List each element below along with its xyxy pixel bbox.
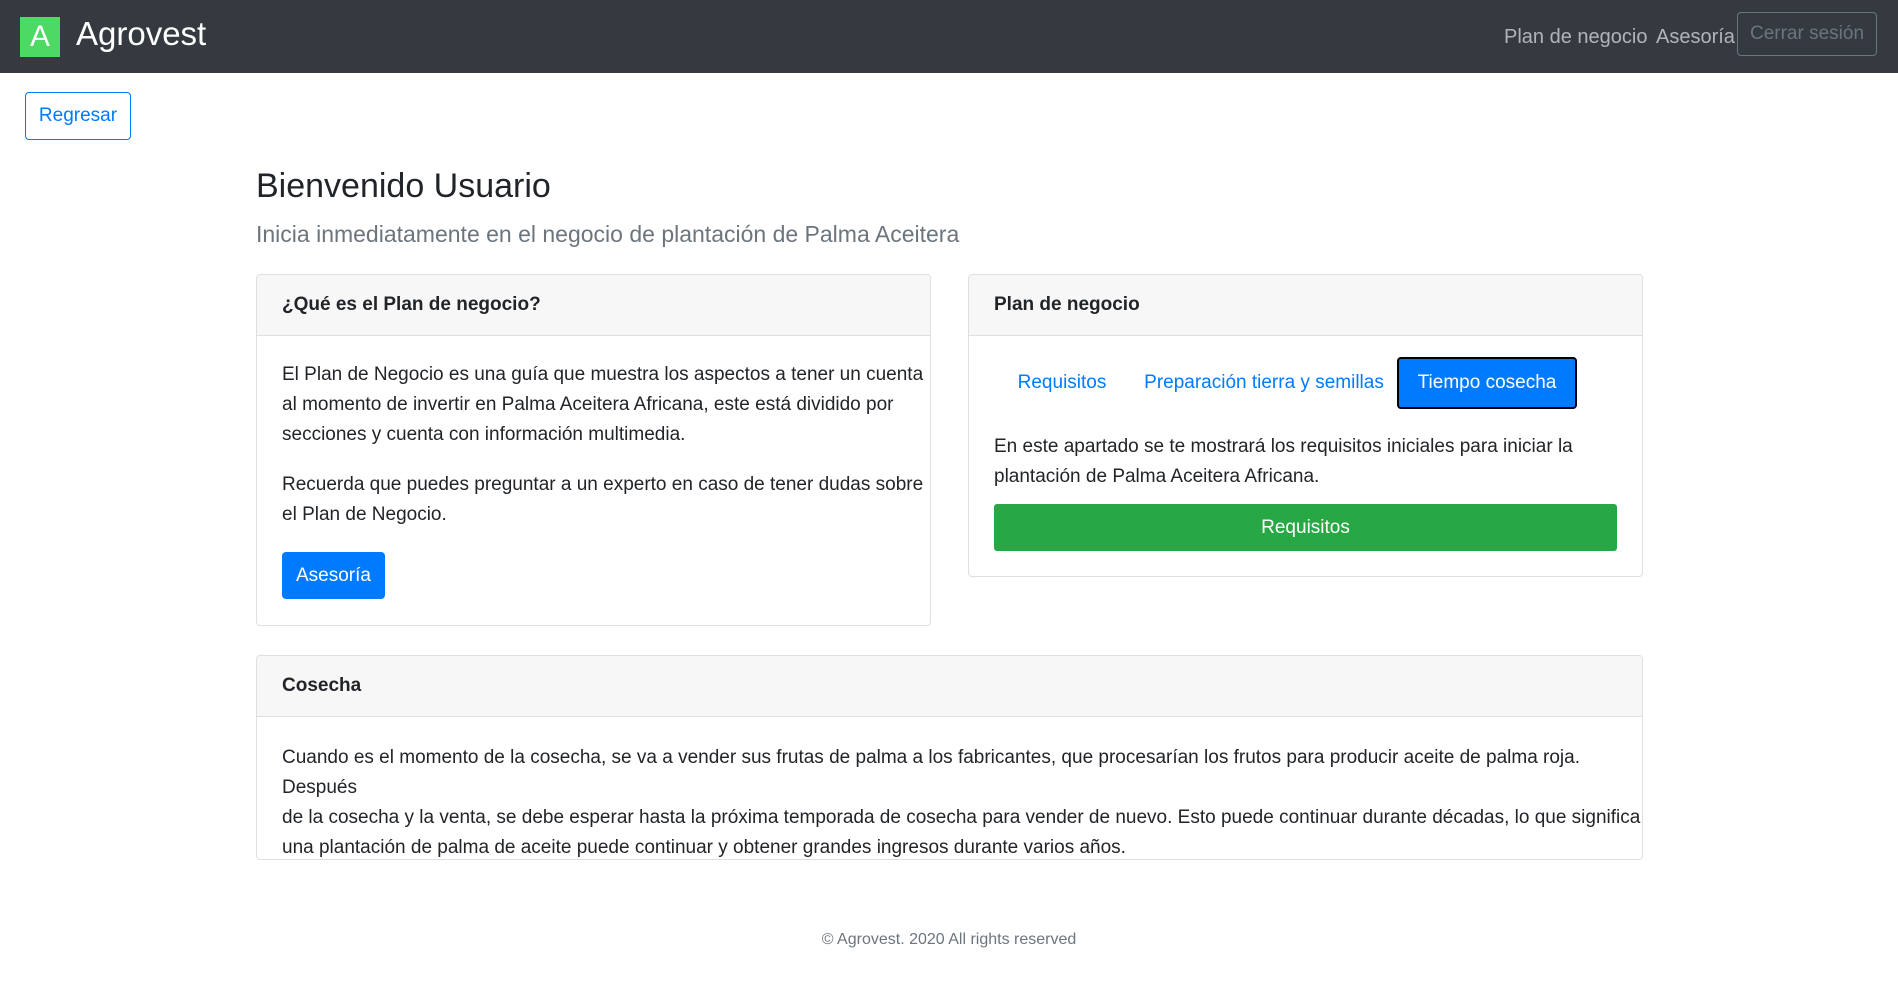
- back-button[interactable]: Regresar: [25, 92, 131, 140]
- page-subtitle: Inicia inmediatamente en el negocio de p…: [256, 221, 960, 247]
- text-line: El Plan de Negocio es una guía que muest…: [282, 364, 924, 385]
- page-title: Bienvenido Usuario: [256, 167, 551, 205]
- nav-link-asesoria[interactable]: Asesoría: [1656, 24, 1735, 50]
- tab-requisitos[interactable]: Requisitos: [999, 357, 1125, 409]
- text-line: Cuando es el momento de la cosecha, se v…: [282, 747, 1581, 798]
- requisitos-button[interactable]: Requisitos: [994, 504, 1617, 551]
- text-line: Recuerda que puedes preguntar a un exper…: [282, 474, 924, 495]
- logout-button[interactable]: Cerrar sesión: [1737, 12, 1877, 56]
- brand-name[interactable]: Agrovest: [76, 14, 206, 54]
- navbar: A Agrovest Plan de negocio Asesoría Cerr…: [0, 0, 1898, 73]
- card-paragraph-reminder: Recuerda que puedes preguntar a un exper…: [282, 470, 923, 530]
- asesoria-button[interactable]: Asesoría: [282, 552, 385, 599]
- card-business-plan: Plan de negocio Requisitos Preparación t…: [968, 274, 1643, 577]
- text-line: una plantación de palma de aceite puede …: [282, 837, 1126, 858]
- text-line: al momento de invertir en Palma Aceitera…: [282, 394, 894, 415]
- card-header: Plan de negocio: [969, 275, 1642, 336]
- card-harvest-text: Cuando es el momento de la cosecha, se v…: [282, 743, 1642, 859]
- footer-copyright: © Agrovest. 2020 All rights reserved: [821, 931, 1077, 948]
- card-harvest: Cosecha Cuando es el momento de la cosec…: [256, 655, 1643, 860]
- tab-tiempo-cosecha[interactable]: Tiempo cosecha: [1397, 357, 1577, 409]
- card-header: Cosecha: [257, 656, 1642, 717]
- text-line: de la cosecha y la venta, se debe espera…: [282, 807, 1641, 828]
- tab-preparacion[interactable]: Preparación tierra y semillas: [1139, 357, 1389, 409]
- card-what-is-plan: ¿Qué es el Plan de negocio? El Plan de N…: [256, 274, 931, 626]
- card-description: En este apartado se te mostrará los requ…: [994, 432, 1573, 492]
- text-line: plantación de Palma Aceitera Africana.: [994, 466, 1320, 487]
- card-header: ¿Qué es el Plan de negocio?: [257, 275, 930, 336]
- nav-link-plan-de-negocio[interactable]: Plan de negocio: [1504, 24, 1647, 50]
- brand-logo[interactable]: A: [20, 17, 60, 57]
- text-line: el Plan de Negocio.: [282, 504, 447, 525]
- text-line: secciones y cuenta con información multi…: [282, 424, 686, 445]
- text-line: En este apartado se te mostrará los requ…: [994, 436, 1573, 457]
- card-paragraph-intro: El Plan de Negocio es una guía que muest…: [282, 360, 923, 450]
